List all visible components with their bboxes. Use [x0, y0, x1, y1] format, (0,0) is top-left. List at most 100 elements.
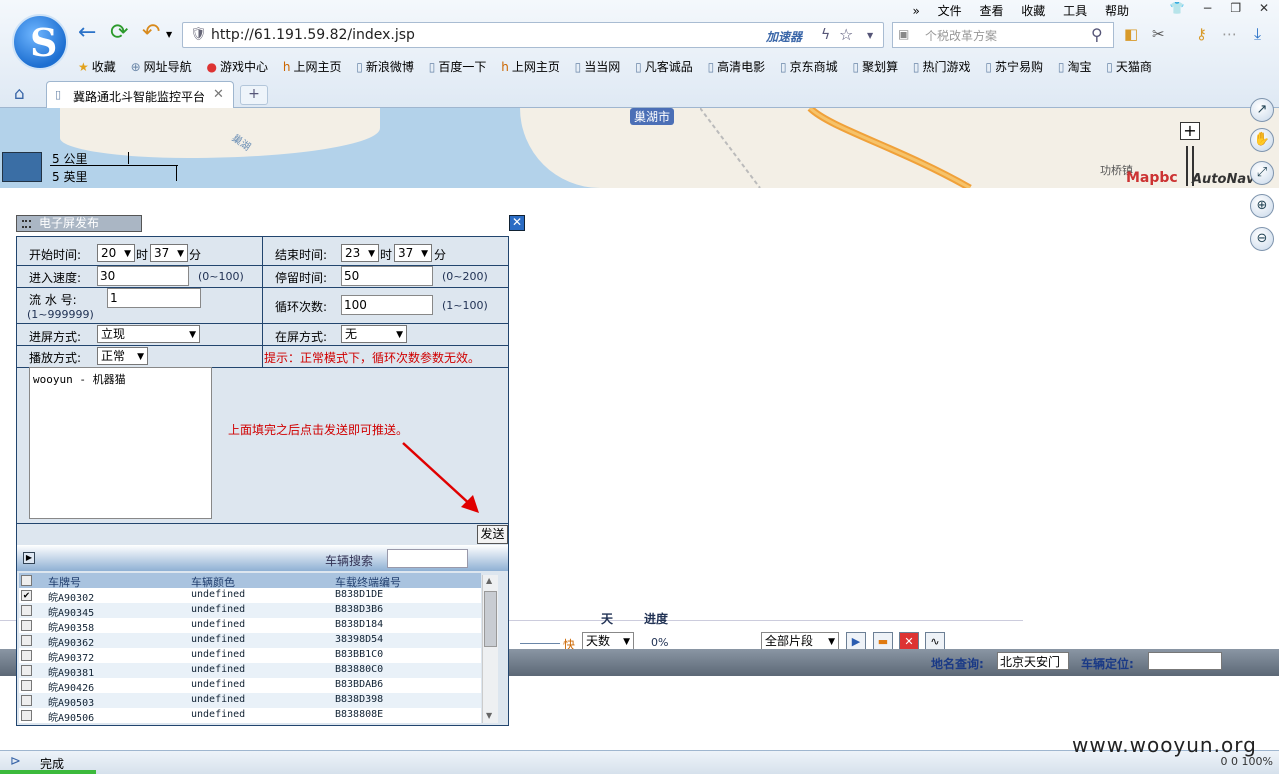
close-window-button[interactable]: ✕ — [1259, 1, 1269, 15]
key-icon[interactable]: ⚷ — [1196, 25, 1207, 43]
tab-close-icon[interactable]: ✕ — [213, 87, 224, 102]
restore-button[interactable]: ❐ — [1230, 1, 1241, 15]
zoom-out-tool-icon[interactable]: ⊖ — [1250, 227, 1274, 251]
accelerator-label[interactable]: 加速器 — [766, 28, 802, 45]
menu-view[interactable]: 查看 — [979, 4, 1003, 18]
table-row[interactable]: 皖A90426 undefined B83BDAB6 — [19, 678, 481, 694]
dialog-close-button[interactable]: ✕ — [509, 215, 525, 231]
loop-count-input[interactable]: 100 — [341, 295, 433, 315]
bookmark-item[interactable]: ▯ 百度一下 — [429, 58, 487, 75]
search-engine-icon[interactable]: ▣ — [898, 27, 909, 41]
place-query-input[interactable]: 北京天安门 — [997, 652, 1069, 670]
table-row[interactable]: ✔ 皖A90302 undefined B838D1DE — [19, 588, 481, 604]
message-textarea[interactable]: wooyun - 机器猫 — [29, 367, 212, 519]
bookmark-item[interactable]: h 上网主页 — [501, 58, 560, 75]
home-icon[interactable]: ⌂ — [14, 84, 25, 104]
bookmark-item[interactable]: h 上网主页 — [283, 58, 342, 75]
table-row[interactable]: 皖A90358 undefined B838D184 — [19, 618, 481, 634]
lightning-icon[interactable]: ϟ — [821, 27, 830, 43]
dialog-title[interactable]: 电子屏发布 — [16, 215, 142, 232]
expand-toggle-icon[interactable]: ▶ — [23, 552, 35, 564]
serial-input[interactable]: 1 — [107, 288, 201, 308]
scroll-up-icon[interactable]: ▲ — [486, 576, 492, 585]
speed-input[interactable]: 30 — [97, 266, 189, 286]
address-url[interactable]: http://61.191.59.82/index.jsp — [211, 27, 415, 43]
start-hour-select[interactable]: 20 — [97, 244, 135, 262]
stay-time-input[interactable]: 50 — [341, 266, 433, 286]
bookmark-item[interactable]: ▯ 天猫商 — [1106, 58, 1152, 75]
table-row[interactable]: 皖A90381 undefined B83880C0 — [19, 663, 481, 679]
tab-active[interactable]: ▯ 冀路通北斗智能监控平台 ✕ — [46, 81, 234, 108]
table-row[interactable]: 皖A90506 undefined B838808E — [19, 708, 481, 724]
search-icon[interactable]: ⚲ — [1091, 25, 1103, 44]
end-minute-select[interactable]: 37 — [394, 244, 432, 262]
route-tool-icon[interactable]: ↗ — [1250, 98, 1274, 122]
skin-icon[interactable]: 👕 — [1170, 1, 1185, 15]
search-box[interactable]: ▣ 个税改革方案 ⚲ — [892, 22, 1114, 48]
bookmark-item[interactable]: ● 游戏中心 — [207, 58, 269, 75]
bookmark-item[interactable]: ▯ 京东商城 — [780, 58, 838, 75]
zoom-in-button[interactable]: + — [1180, 122, 1200, 140]
menu-favorites[interactable]: 收藏 — [1021, 4, 1045, 18]
bookmark-item[interactable]: ★ 收藏 — [78, 58, 116, 75]
minimize-button[interactable]: − — [1202, 1, 1212, 15]
scissors-icon[interactable]: ✂ — [1152, 25, 1165, 43]
vehicle-search-input[interactable] — [387, 549, 468, 568]
vehicle-locate-input[interactable] — [1148, 652, 1222, 670]
end-hour-select[interactable]: 23 — [341, 244, 379, 262]
hand-tool-icon[interactable]: ✋ — [1250, 128, 1274, 152]
address-bar[interactable]: 🛡 http://61.191.59.82/index.jsp 加速器 ϟ ☆ … — [182, 22, 884, 48]
menu-help[interactable]: 帮助 — [1105, 4, 1129, 18]
map-view[interactable]: 巢湖市 巢湖 功桥镇 Mapbc AutoNavi 5 公里 5 英里 + — [0, 108, 1279, 188]
refresh-icon[interactable]: ⟳ — [110, 22, 128, 44]
vehicle-list-scrollbar[interactable]: ▲ ▼ — [482, 575, 498, 723]
menu-tools[interactable]: 工具 — [1063, 4, 1087, 18]
drag-grip-icon[interactable] — [22, 220, 31, 228]
row-checkbox[interactable] — [21, 665, 32, 676]
row-checkbox[interactable] — [21, 680, 32, 691]
extension-icon[interactable]: ◧ — [1124, 25, 1138, 43]
map-overview-button[interactable] — [2, 152, 42, 182]
row-checkbox[interactable] — [21, 605, 32, 616]
address-dropdown-icon[interactable]: ▼ — [867, 31, 873, 40]
sidebar-toggle-icon[interactable]: ⊳ — [10, 754, 21, 769]
select-all-checkbox[interactable] — [21, 575, 32, 586]
scroll-down-icon[interactable]: ▼ — [486, 711, 492, 720]
back-icon[interactable]: ← — [78, 22, 96, 44]
onscreen-mode-select[interactable]: 无 — [341, 325, 407, 343]
enter-mode-select[interactable]: 立现 — [97, 325, 200, 343]
scroll-thumb[interactable] — [484, 591, 497, 647]
bookmark-item[interactable]: ▯ 淘宝 — [1058, 58, 1092, 75]
bookmark-item[interactable]: ▯ 凡客诚品 — [635, 58, 693, 75]
table-row[interactable]: 皖A90362 undefined 38398D54 — [19, 633, 481, 649]
star-icon[interactable]: ☆ — [839, 25, 853, 44]
bookmark-item[interactable]: ▯ 热门游戏 — [913, 58, 971, 75]
table-row[interactable]: 皖A90372 undefined B83BB1C0 — [19, 648, 481, 664]
table-row[interactable]: 皖A90345 undefined B838D3B6 — [19, 603, 481, 619]
table-row[interactable]: 皖A90503 undefined B838D398 — [19, 693, 481, 709]
play-mode-select[interactable]: 正常 — [97, 347, 148, 365]
bookmark-item[interactable]: ▯ 聚划算 — [852, 58, 898, 75]
bookmark-item[interactable]: ▯ 苏宁易购 — [985, 58, 1043, 75]
row-checkbox[interactable] — [21, 695, 32, 706]
bookmark-item[interactable]: ⊕ 网址导航 — [131, 58, 192, 75]
row-checkbox[interactable]: ✔ — [21, 590, 32, 601]
bookmark-item[interactable]: ▯ 当当网 — [575, 58, 621, 75]
menu-file[interactable]: 文件 — [938, 4, 962, 18]
send-button[interactable]: 发送 — [477, 525, 508, 544]
browser-logo-icon[interactable]: S — [12, 14, 68, 70]
zoom-in-tool-icon[interactable]: ⊕ — [1250, 194, 1274, 218]
undo-dropdown-icon[interactable]: ▼ — [166, 30, 172, 39]
undo-icon[interactable]: ↶ — [142, 22, 160, 44]
row-checkbox[interactable] — [21, 635, 32, 646]
download-icon[interactable]: ⤓ — [1254, 24, 1261, 44]
resize-tool-icon[interactable]: ⤢ — [1250, 161, 1274, 185]
more-icon[interactable]: ⋯ — [1222, 25, 1237, 43]
row-checkbox[interactable] — [21, 650, 32, 661]
new-tab-button[interactable]: + — [240, 85, 268, 105]
search-input[interactable]: 个税改革方案 — [925, 27, 997, 44]
row-checkbox[interactable] — [21, 620, 32, 631]
bookmark-item[interactable]: ▯ 新浪微博 — [356, 58, 414, 75]
bookmark-item[interactable]: ▯ 高清电影 — [708, 58, 766, 75]
menu-expand-icon[interactable]: » — [912, 4, 919, 18]
